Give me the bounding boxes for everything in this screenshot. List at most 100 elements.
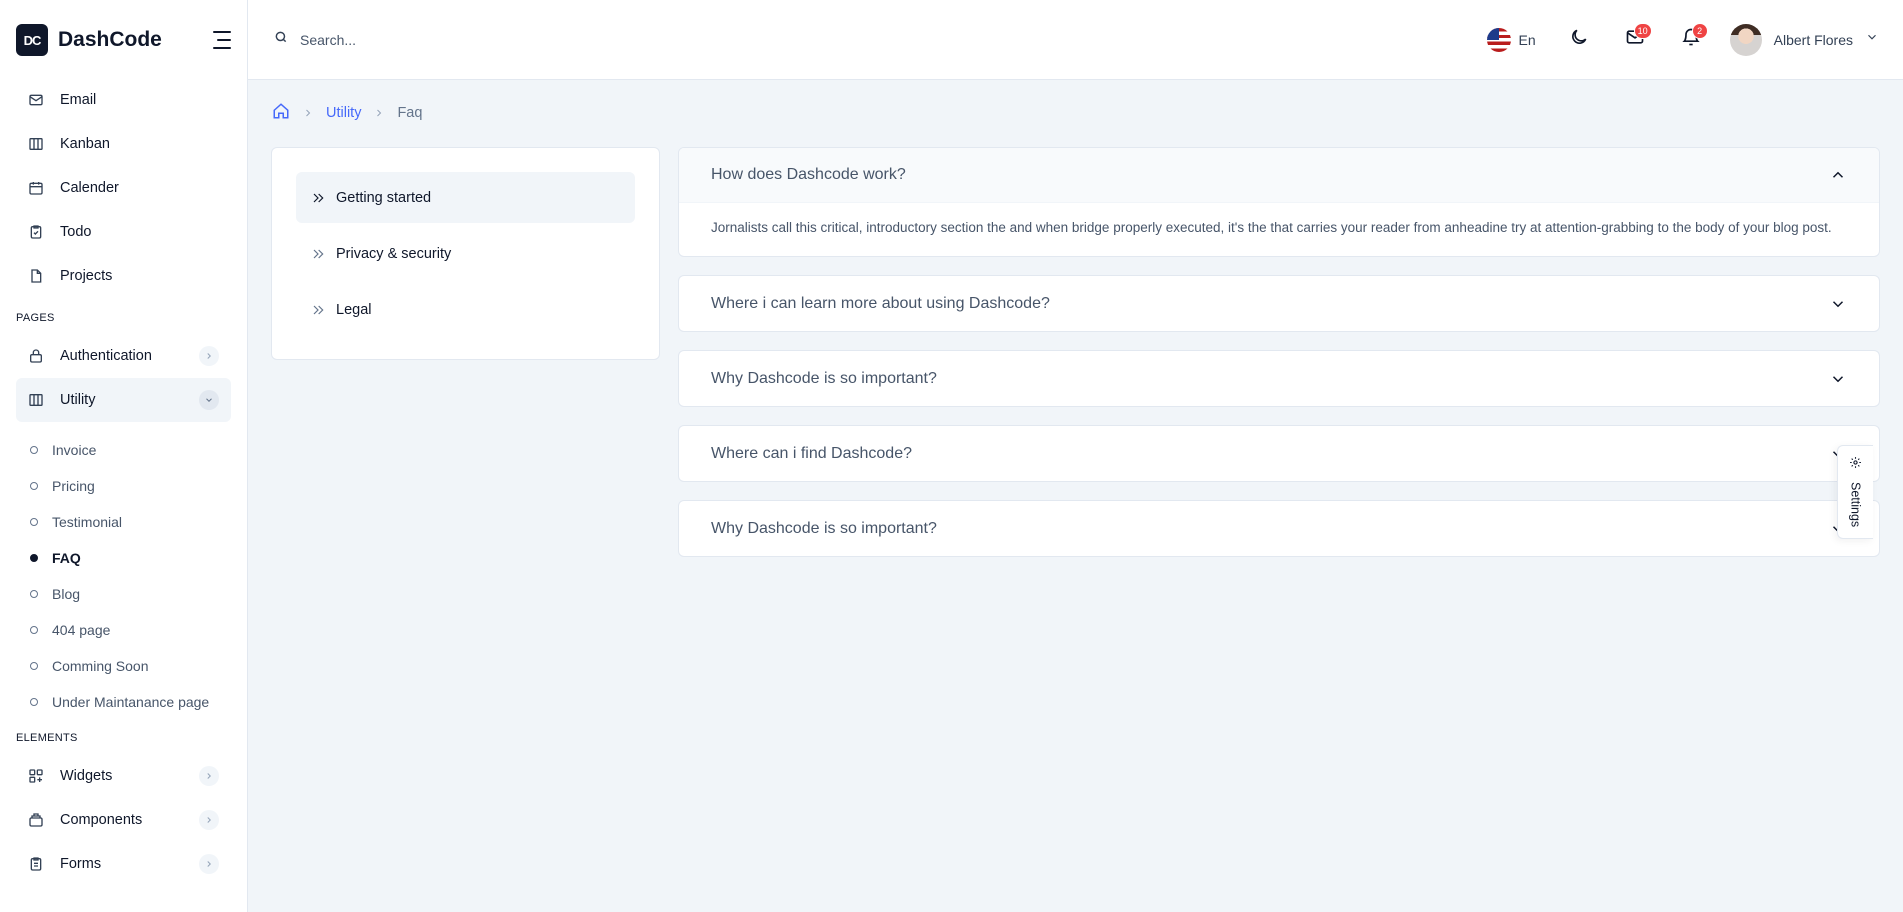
clipboard-icon [28,224,44,240]
notifications-badge: 2 [1691,22,1708,39]
faq-question: Where i can learn more about using Dashc… [711,294,1050,312]
file-icon [28,268,44,284]
sidebar-item-todo[interactable]: Todo [16,210,231,254]
faq-question-toggle[interactable]: How does Dashcode work? [679,148,1879,203]
faq-item: Why Dashcode is so important? [678,350,1880,407]
settings-tab[interactable]: Settings [1837,445,1873,539]
breadcrumb-utility[interactable]: Utility [326,105,361,121]
sidebar-item-projects[interactable]: Projects [16,254,231,298]
chevron-down-icon [1829,295,1847,313]
faq-question-toggle[interactable]: Where can i find Dashcode? [679,426,1879,481]
brand-name[interactable]: DashCode [58,28,162,52]
sidebar-item-label: Calender [60,180,119,196]
header-actions: En 10 2 Albert Flores [1486,22,1879,57]
messages-button[interactable]: 10 [1618,22,1652,57]
faq-item: How does Dashcode work? Jornalists call … [678,147,1880,257]
submenu-item-404[interactable]: 404 page [30,612,247,648]
submenu-item-maintenance[interactable]: Under Maintanance page [30,684,247,720]
submenu-item-coming-soon[interactable]: Comming Soon [30,648,247,684]
us-flag-icon [1486,27,1511,52]
language-selector[interactable]: En [1486,27,1536,52]
user-name: Albert Flores [1773,31,1853,48]
home-icon[interactable] [272,102,290,124]
submenu-item-label: FAQ [52,550,81,566]
faq-question-toggle[interactable]: Why Dashcode is so important? [679,351,1879,406]
submenu-item-label: Invoice [52,442,97,458]
sidebar-pages-nav: Authentication Utility [0,334,247,422]
menu-toggle-icon[interactable] [209,31,231,49]
sidebar-item-label: Utility [60,392,96,408]
faq-item: Where can i find Dashcode? [678,425,1880,482]
sidebar-item-label: Todo [60,224,92,240]
sidebar-nav: Email Kanban Calender Todo Projects [0,78,247,298]
gear-icon [1849,456,1862,474]
faq-question-toggle[interactable]: Why Dashcode is so important? [679,501,1879,556]
chevrons-right-icon [310,302,326,318]
faq-question: Why Dashcode is so important? [711,519,937,537]
package-icon [28,812,44,828]
submenu-item-faq[interactable]: FAQ [30,540,247,576]
lock-icon [28,348,44,364]
sidebar-item-email[interactable]: Email [16,78,231,122]
sidebar-item-label: Forms [60,856,102,872]
dark-mode-toggle[interactable] [1562,23,1596,57]
chevrons-right-icon [310,190,326,206]
submenu-item-pricing[interactable]: Pricing [30,468,247,504]
notifications-button[interactable]: 2 [1674,22,1708,57]
submenu-item-invoice[interactable]: Invoice [30,432,247,468]
bullet-icon [30,482,38,490]
breadcrumb-current: Faq [397,105,423,121]
category-label: Privacy & security [336,245,452,262]
utility-submenu: Invoice Pricing Testimonial FAQ Blog 404… [0,422,247,724]
search-box[interactable] [274,30,574,49]
grid-plus-icon [28,768,44,784]
sidebar-item-widgets[interactable]: Widgets [16,754,231,798]
chevrons-right-icon [310,246,326,262]
chevron-down-icon [199,390,219,410]
sidebar-item-kanban[interactable]: Kanban [16,122,231,166]
sidebar-item-forms[interactable]: Forms [16,842,231,886]
messages-badge: 10 [1633,22,1652,39]
sidebar-elements-nav: Widgets Components Forms [0,754,247,886]
category-privacy-security[interactable]: Privacy & security [296,228,635,279]
moon-icon [1569,27,1589,52]
chevron-down-icon [1829,370,1847,388]
sidebar-item-calender[interactable]: Calender [16,166,231,210]
faq-accordion: How does Dashcode work? Jornalists call … [678,147,1880,575]
bullet-icon [30,554,38,562]
category-label: Getting started [336,189,432,206]
category-label: Legal [336,301,372,318]
category-legal[interactable]: Legal [296,284,635,335]
chevron-right-icon [373,107,385,119]
submenu-item-blog[interactable]: Blog [30,576,247,612]
settings-label: Settings [1848,482,1863,528]
mail-icon [28,92,44,108]
category-getting-started[interactable]: Getting started [296,172,635,223]
search-icon [274,30,288,49]
bullet-icon [30,698,38,706]
sidebar-item-utility[interactable]: Utility [16,378,231,422]
chevron-right-icon [199,810,219,830]
submenu-item-label: Pricing [52,478,95,494]
section-label-elements: ELEMENTS [16,732,78,744]
search-input[interactable] [300,31,540,48]
submenu-item-label: Comming Soon [52,658,149,674]
faq-item: Why Dashcode is so important? [678,500,1880,557]
avatar [1729,23,1762,56]
bullet-icon [30,626,38,634]
sidebar-item-label: Widgets [60,768,113,784]
chevron-right-icon [199,346,219,366]
bullet-icon [30,518,38,526]
sidebar-item-label: Email [60,92,97,108]
columns-icon [28,392,44,408]
language-label: En [1518,31,1536,48]
submenu-item-label: Under Maintanance page [52,694,210,710]
submenu-item-testimonial[interactable]: Testimonial [30,504,247,540]
faq-question: How does Dashcode work? [711,166,906,183]
sidebar-item-authentication[interactable]: Authentication [16,334,231,378]
bullet-icon [30,446,38,454]
user-menu[interactable]: Albert Flores [1729,23,1879,56]
faq-question-toggle[interactable]: Where i can learn more about using Dashc… [679,276,1879,331]
sidebar-item-components[interactable]: Components [16,798,231,842]
logo[interactable]: DC [16,24,48,56]
